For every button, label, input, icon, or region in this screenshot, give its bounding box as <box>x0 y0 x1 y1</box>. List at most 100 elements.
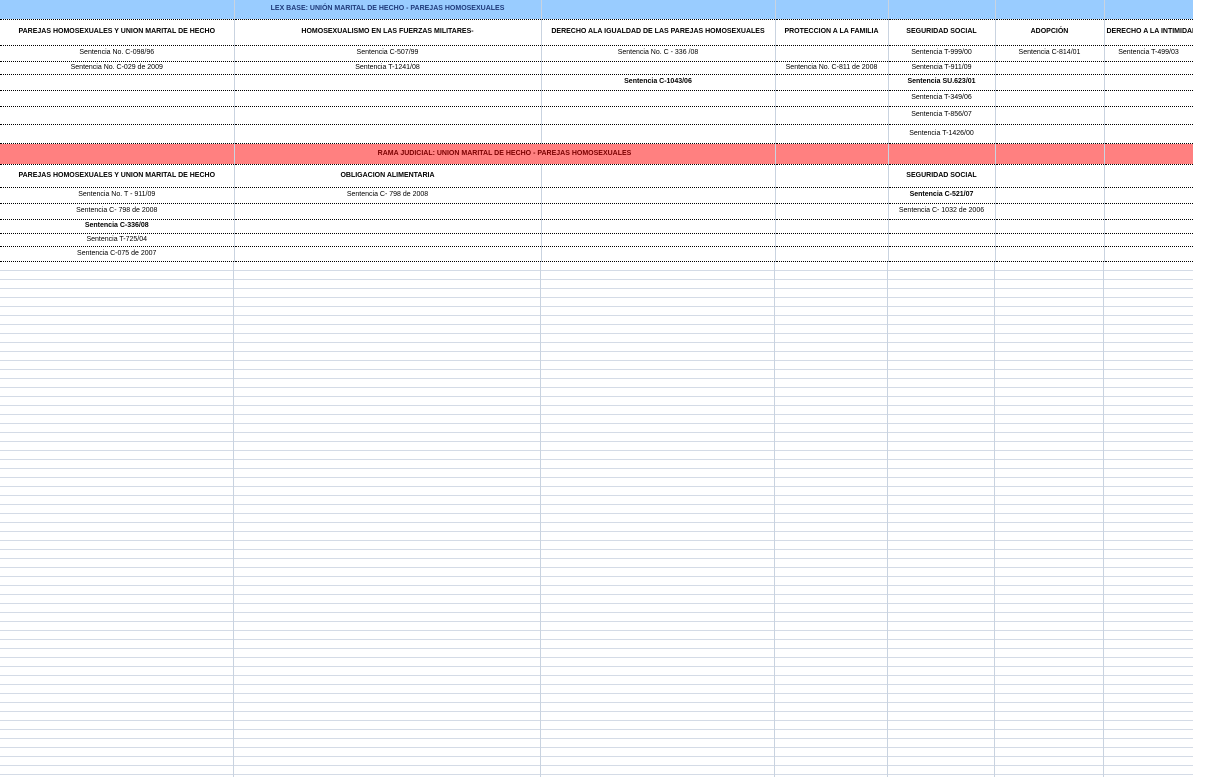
cell[interactable]: Sentencia T-999/00 <box>888 45 996 62</box>
cell[interactable] <box>541 233 776 247</box>
cell[interactable] <box>1104 0 1193 20</box>
cell[interactable]: Sentencia C- 1032 de 2006 <box>888 203 996 220</box>
cell[interactable]: Sentencia C- 798 de 2008 <box>0 203 235 220</box>
cell[interactable] <box>0 143 235 165</box>
cell[interactable]: Sentencia T-499/03 <box>1104 45 1193 62</box>
cell[interactable] <box>775 45 889 62</box>
cell[interactable] <box>995 106 1105 125</box>
cell[interactable] <box>888 219 996 234</box>
cell[interactable] <box>1104 164 1193 188</box>
cell[interactable] <box>541 124 776 144</box>
cell[interactable] <box>1104 124 1193 144</box>
cell[interactable] <box>0 74 235 91</box>
cell[interactable]: Sentencia T-911/09 <box>888 61 996 75</box>
cell[interactable] <box>234 246 542 262</box>
cell[interactable] <box>775 246 889 262</box>
cell[interactable] <box>775 90 889 107</box>
cell[interactable] <box>775 219 889 234</box>
spreadsheet-sheet[interactable]: LEX BASE: UNIÓN MARITAL DE HECHO - PAREJ… <box>0 0 1193 777</box>
cell[interactable]: Sentencia C-814/01 <box>995 45 1105 62</box>
cell[interactable] <box>888 246 996 262</box>
lex-header-igualdad[interactable]: DERECHO ALA IGUALDAD DE LAS PAREJAS HOMO… <box>541 19 776 46</box>
cell[interactable]: Sentencia C-1043/06 <box>541 74 776 91</box>
cell[interactable] <box>995 124 1105 144</box>
rama-header-alimentaria[interactable]: OBLIGACION ALIMENTARIA <box>234 164 542 188</box>
rama-section-title[interactable]: RAMA JUDICIAL: UNION MARITAL DE HECHO - … <box>234 143 776 165</box>
cell[interactable] <box>775 124 889 144</box>
cell[interactable] <box>0 124 235 144</box>
lex-header-familia[interactable]: PROTECCION A LA FAMILIA <box>775 19 889 46</box>
cell[interactable] <box>995 203 1105 220</box>
cell[interactable]: Sentencia T-725/04 <box>0 233 235 247</box>
cell[interactable] <box>995 246 1105 262</box>
cell[interactable] <box>995 0 1105 20</box>
cell[interactable] <box>1104 187 1193 204</box>
cell[interactable] <box>775 233 889 247</box>
cell[interactable] <box>541 106 776 125</box>
cell[interactable] <box>234 219 542 234</box>
lex-header-fuerzas[interactable]: HOMOSEXUALISMO EN LAS FUERZAS MILITARES- <box>234 19 542 46</box>
cell[interactable] <box>995 219 1105 234</box>
cell[interactable]: Sentencia T-856/07 <box>888 106 996 125</box>
cell[interactable]: Sentencia C-507/99 <box>234 45 542 62</box>
cell[interactable] <box>234 106 542 125</box>
rama-header-seguridad[interactable]: SEGURIDAD SOCIAL <box>888 164 996 188</box>
rama-header-parejas[interactable]: PAREJAS HOMOSEXUALES Y UNION MARITAL DE … <box>0 164 235 188</box>
cell[interactable] <box>234 90 542 107</box>
cell[interactable] <box>775 0 889 20</box>
cell[interactable] <box>541 164 776 188</box>
cell[interactable]: Sentencia T-1426/00 <box>888 124 996 144</box>
cell[interactable] <box>1104 143 1193 165</box>
cell[interactable] <box>541 0 776 20</box>
cell[interactable] <box>995 74 1105 91</box>
cell[interactable] <box>995 187 1105 204</box>
cell[interactable] <box>775 106 889 125</box>
cell[interactable] <box>1104 233 1193 247</box>
cell[interactable] <box>541 246 776 262</box>
cell[interactable] <box>0 90 235 107</box>
cell[interactable] <box>1104 106 1193 125</box>
cell[interactable] <box>775 203 889 220</box>
cell[interactable]: Sentencia No. C - 336 /08 <box>541 45 776 62</box>
cell[interactable]: Sentencia C-075 de 2007 <box>0 246 235 262</box>
cell[interactable] <box>541 203 776 220</box>
cell[interactable]: Sentencia T-349/06 <box>888 90 996 107</box>
cell[interactable]: Sentencia C-521/07 <box>888 187 996 204</box>
cell[interactable] <box>1104 74 1193 91</box>
cell[interactable]: Sentencia No. C-098/96 <box>0 45 235 62</box>
cell[interactable]: Sentencia SU.623/01 <box>888 74 996 91</box>
cell[interactable] <box>995 233 1105 247</box>
cell[interactable] <box>1104 246 1193 262</box>
cell[interactable] <box>1104 203 1193 220</box>
cell[interactable] <box>234 203 542 220</box>
lex-section-title[interactable]: LEX BASE: UNIÓN MARITAL DE HECHO - PAREJ… <box>234 0 542 20</box>
cell[interactable] <box>995 164 1105 188</box>
lex-header-seguridad[interactable]: SEGURIDAD SOCIAL <box>888 19 996 46</box>
cell[interactable]: Sentencia No. C-029 de 2009 <box>0 61 235 75</box>
lex-header-adopcion[interactable]: ADOPCIÓN <box>995 19 1105 46</box>
cell[interactable] <box>1104 90 1193 107</box>
lex-header-intimidad[interactable]: DERECHO A LA INTIMIDAD <box>1104 19 1193 46</box>
cell[interactable] <box>234 74 542 91</box>
cell[interactable] <box>1104 219 1193 234</box>
cell[interactable]: Sentencia No. T - 911/09 <box>0 187 235 204</box>
cell[interactable] <box>775 74 889 91</box>
cell[interactable] <box>541 61 776 75</box>
cell[interactable] <box>0 106 235 125</box>
cell[interactable] <box>775 187 889 204</box>
cell[interactable] <box>541 90 776 107</box>
cell[interactable] <box>1104 61 1193 75</box>
cell[interactable] <box>995 143 1105 165</box>
cell[interactable] <box>775 164 889 188</box>
cell[interactable] <box>995 90 1105 107</box>
cell[interactable]: Sentencia No. C-811 de 2008 <box>775 61 889 75</box>
cell[interactable] <box>888 233 996 247</box>
cell[interactable] <box>541 187 776 204</box>
cell[interactable]: Sentencia C-336/08 <box>0 219 235 234</box>
cell[interactable] <box>888 0 996 20</box>
lex-header-parejas[interactable]: PAREJAS HOMOSEXUALES Y UNION MARITAL DE … <box>0 19 235 46</box>
cell[interactable] <box>541 219 776 234</box>
cell[interactable] <box>234 233 542 247</box>
cell[interactable] <box>775 143 889 165</box>
cell[interactable] <box>995 61 1105 75</box>
